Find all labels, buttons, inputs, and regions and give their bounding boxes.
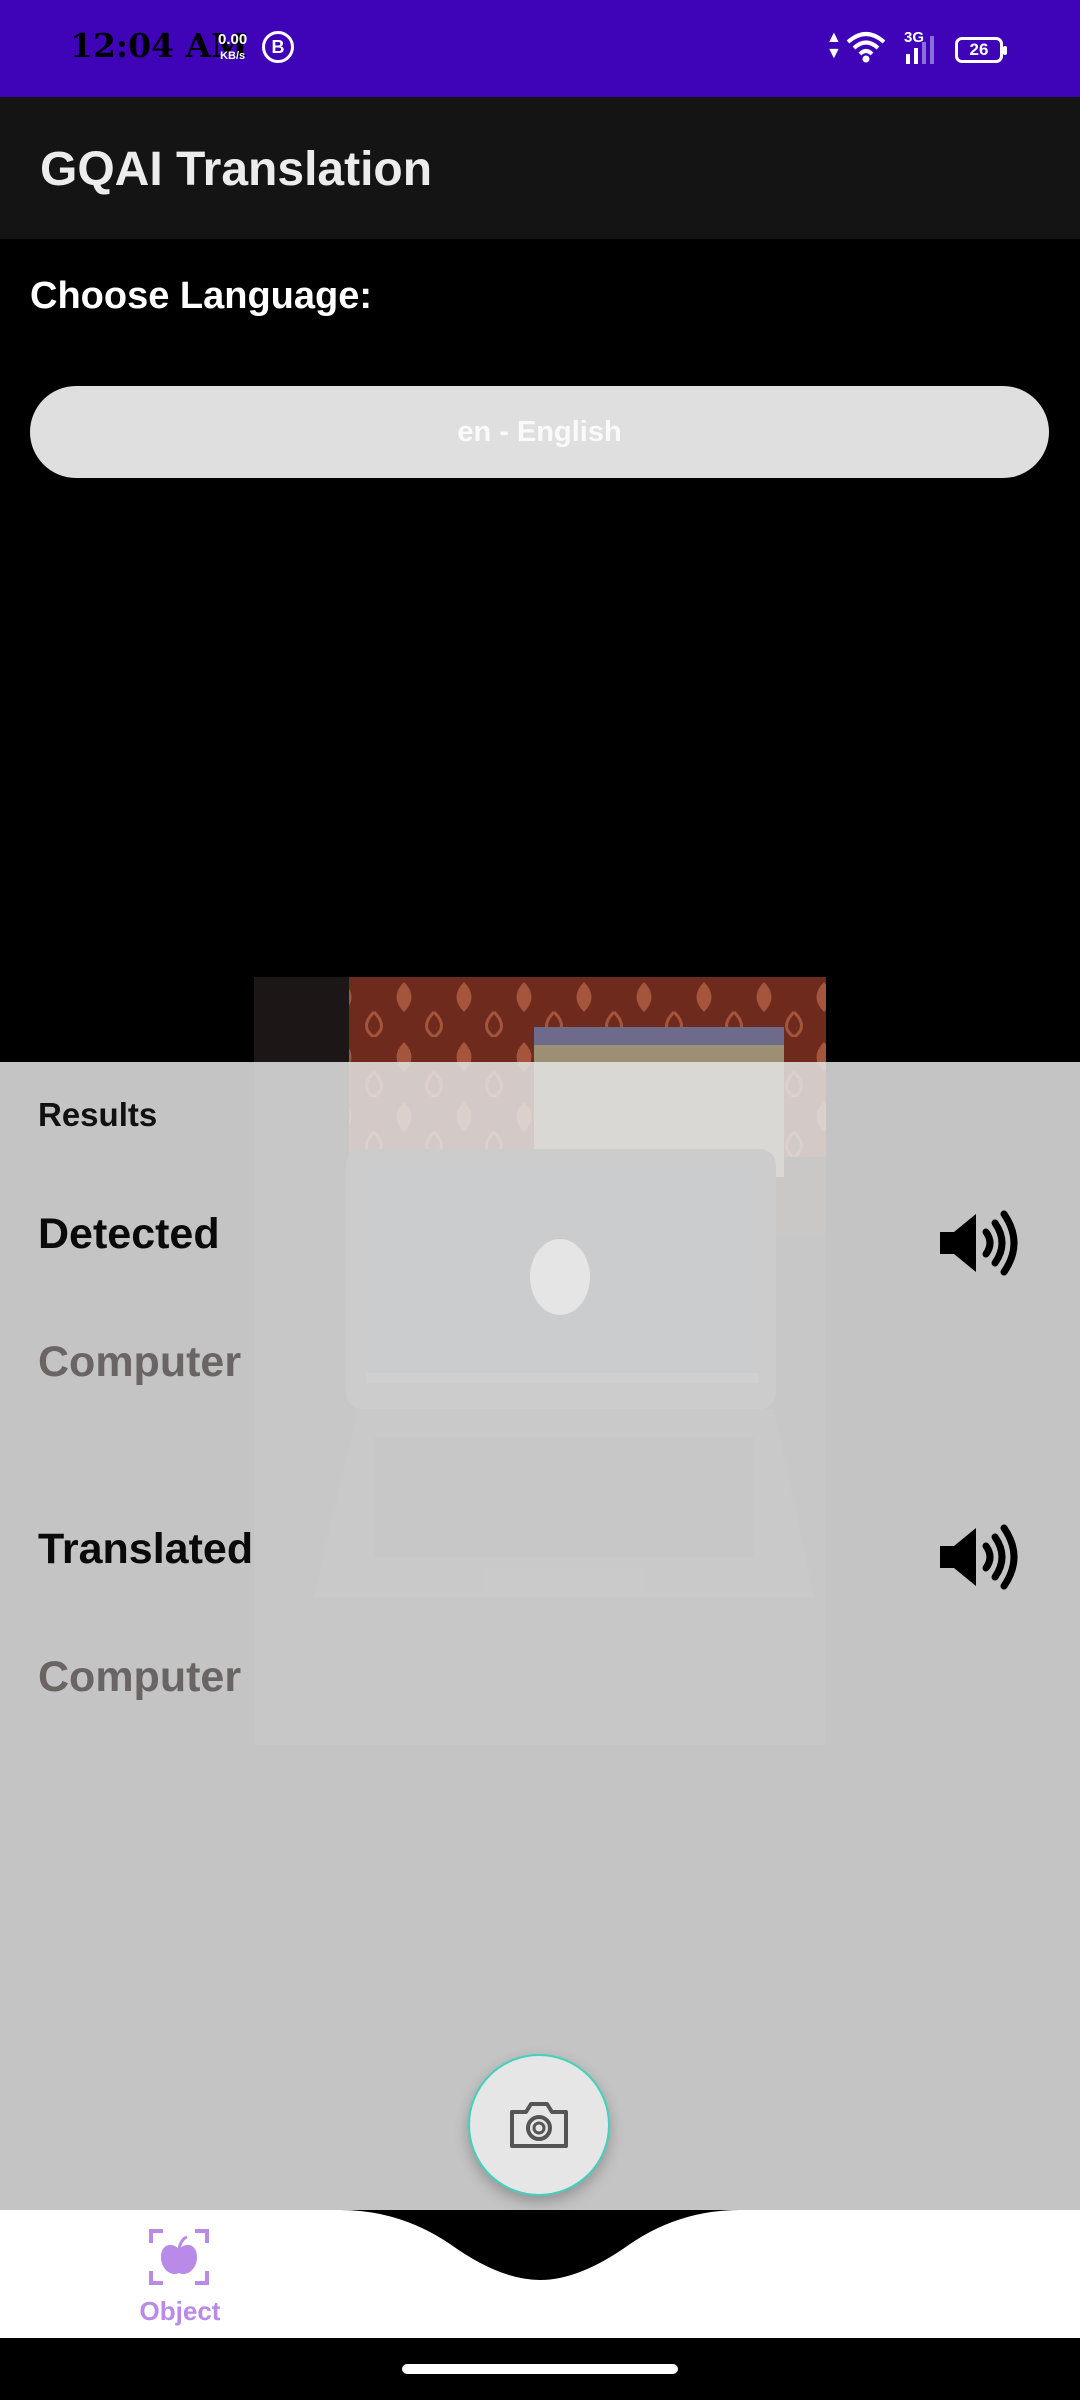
choose-language-label: Choose Language: (30, 275, 373, 317)
language-dropdown-value: en - English (457, 415, 622, 448)
speaker-icon[interactable] (938, 1210, 1020, 1276)
detected-text: Computer (38, 1338, 242, 1386)
speaker-icon[interactable] (938, 1524, 1020, 1590)
network-speed: 0.00 KB/s (218, 32, 247, 64)
network-speed-value: 0.00 (218, 31, 248, 48)
results-title: Results (38, 1096, 158, 1133)
signal-icon: 3G (904, 29, 934, 64)
b-circle-icon: B (262, 31, 294, 63)
app-title: GQAI Translation (40, 143, 433, 196)
home-indicator[interactable] (402, 2364, 678, 2374)
wifi-icon (846, 32, 886, 63)
nav-item-label: Object (139, 2296, 221, 2326)
camera-button[interactable] (468, 2054, 610, 2196)
data-arrows-icon: ▲ ▼ (826, 29, 842, 62)
language-dropdown[interactable]: en - English (30, 386, 1049, 478)
network-type-label: 3G (904, 29, 924, 46)
translated-label: Translated (38, 1525, 254, 1573)
nav-item-object[interactable]: Object (120, 2222, 240, 2332)
translated-text: Computer (38, 1653, 242, 1701)
network-speed-unit: KB/s (220, 50, 246, 62)
battery-level: 26 (969, 40, 989, 59)
battery-icon: 26 (955, 37, 1007, 63)
camera-icon (510, 2102, 568, 2148)
apple-scan-icon (149, 2229, 209, 2285)
nav-fab-cutout (340, 2210, 740, 2280)
b-badge-letter: B (271, 36, 285, 57)
detected-label: Detected (38, 1210, 220, 1258)
